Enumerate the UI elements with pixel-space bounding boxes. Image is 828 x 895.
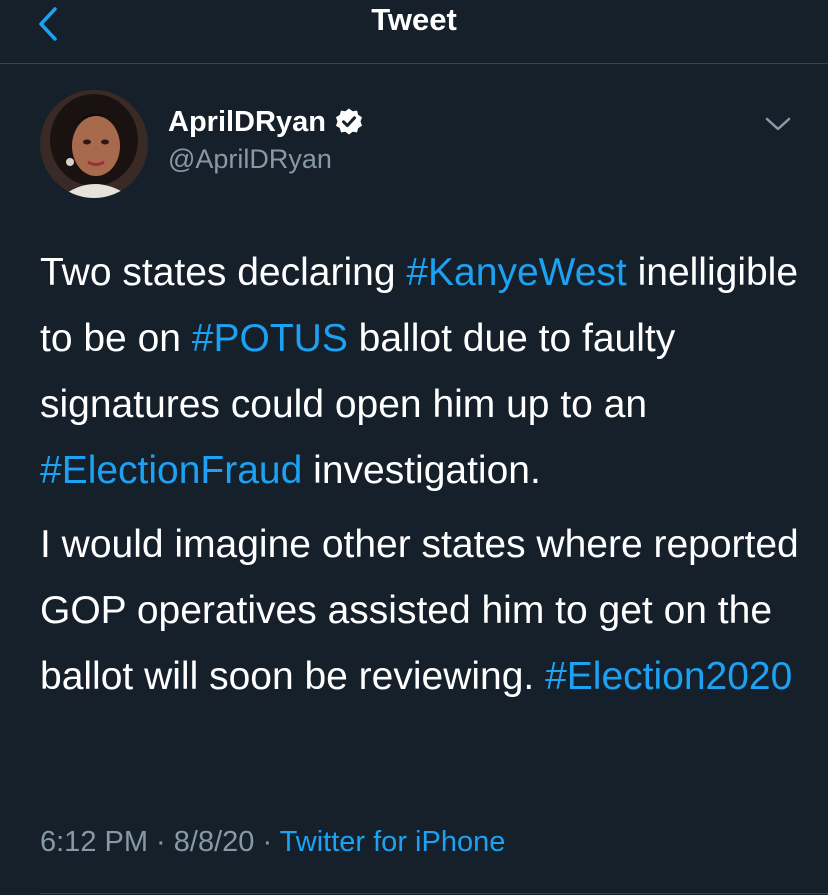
chevron-down-icon	[765, 116, 791, 132]
tweet-metadata: 6:12 PM · 8/8/20 · Twitter for iPhone	[40, 826, 505, 859]
hashtag-link[interactable]: #Election2020	[545, 655, 792, 698]
tweet-text: Two states declaring #KanyeWest inelligi…	[40, 240, 800, 718]
verified-badge-icon	[334, 107, 364, 137]
tweet-paragraph-2: I would imagine other states where repor…	[40, 512, 800, 710]
tweet-text-segment: Two states declaring	[40, 251, 407, 294]
more-options-button[interactable]	[760, 106, 796, 142]
navigation-bar: Tweet	[0, 0, 828, 64]
author-display-name: AprilDRyan	[168, 105, 326, 138]
author-handle[interactable]: @AprilDRyan	[168, 144, 332, 175]
tweet-text-segment: investigation.	[302, 449, 541, 492]
meta-separator: ·	[148, 826, 174, 858]
hashtag-link[interactable]: #ElectionFraud	[40, 449, 302, 492]
hashtag-link[interactable]: #KanyeWest	[406, 251, 626, 294]
page-title: Tweet	[371, 2, 457, 37]
meta-separator: ·	[254, 826, 280, 858]
divider	[40, 893, 828, 894]
tweet-date: 8/8/20	[173, 826, 255, 858]
hashtag-link[interactable]: #POTUS	[192, 317, 348, 360]
tweet-source-link[interactable]: Twitter for iPhone	[280, 826, 506, 858]
tweet-time: 6:12 PM	[40, 826, 148, 858]
tweet-paragraph-1: Two states declaring #KanyeWest inelligi…	[40, 240, 800, 504]
avatar[interactable]	[40, 90, 148, 198]
author-name-row[interactable]: AprilDRyan	[168, 102, 364, 142]
tweet-header: AprilDRyan @AprilDRyan	[0, 64, 828, 214]
